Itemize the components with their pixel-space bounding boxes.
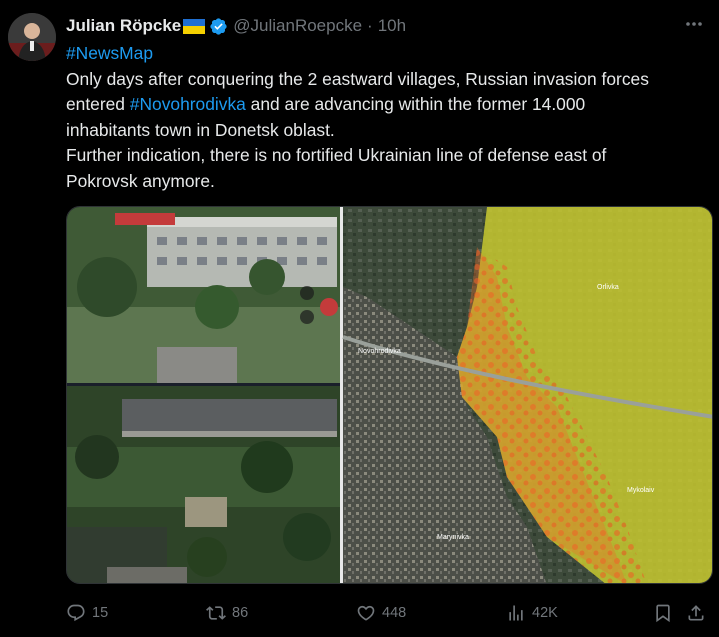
heart-icon xyxy=(357,605,375,621)
reply-icon xyxy=(67,604,85,622)
share-button[interactable] xyxy=(686,600,712,626)
text-line-3: inhabitants town in Donetsk oblast. xyxy=(66,119,335,140)
text-line-2-post: and are advancing within the former 14.0… xyxy=(245,94,586,114)
views-button[interactable]: 42K xyxy=(506,600,558,626)
media-image[interactable]: Orlivka Novohrodivka Mykolaiv Marynivka xyxy=(66,206,713,584)
author-name[interactable]: Julian Röpcke xyxy=(66,16,181,36)
views-count: 42K xyxy=(532,605,558,621)
drone-photo-top xyxy=(67,207,340,383)
ukraine-flag-icon xyxy=(183,18,206,34)
hashtag-newsmap[interactable]: #NewsMap xyxy=(66,41,711,67)
author-handle[interactable]: @JulianRoepcke xyxy=(233,16,362,36)
share-icon xyxy=(688,605,704,621)
reply-count: 15 xyxy=(92,605,109,621)
tweet[interactable]: Julian Röpcke @JulianRoepcke · 10h #News… xyxy=(0,0,719,637)
text-line-5: Pokrovsk anymore. xyxy=(66,170,215,191)
tweet-header: Julian Röpcke @JulianRoepcke · 10h xyxy=(66,14,406,38)
map-label-orlivka: Orlivka xyxy=(597,284,619,291)
map-label-novohrodivka: Novohrodivka xyxy=(358,348,401,355)
repost-count: 86 xyxy=(232,605,249,621)
post-time[interactable]: 10h xyxy=(378,16,406,36)
text-line-2: entered #Novohrodivka and are advancing … xyxy=(66,92,711,118)
map-label-marynivka: Marynivka xyxy=(437,534,469,541)
separator-dot: · xyxy=(367,16,373,35)
reply-button[interactable]: 15 xyxy=(66,600,108,626)
text-line-4: Further indication, there is no fortifie… xyxy=(66,145,607,165)
hashtag-novohrodivka[interactable]: #Novohrodivka xyxy=(130,94,246,114)
more-icon[interactable] xyxy=(683,14,705,34)
avatar[interactable] xyxy=(8,13,56,61)
action-bar: 15 86 448 42K xyxy=(66,600,711,626)
repost-button[interactable]: 86 xyxy=(206,600,248,626)
views-icon xyxy=(509,605,523,621)
tweet-text: #NewsMap Only days after conquering the … xyxy=(66,41,711,194)
drone-photo-bottom xyxy=(67,386,340,583)
verified-badge-icon xyxy=(210,17,227,35)
bookmark-icon xyxy=(656,604,670,623)
satellite-map: Orlivka Novohrodivka Mykolaiv Marynivka xyxy=(342,207,712,583)
repost-icon xyxy=(206,606,226,620)
like-button[interactable]: 448 xyxy=(356,600,406,626)
bookmark-button[interactable] xyxy=(653,600,679,626)
text-line-2-pre: entered xyxy=(66,94,130,114)
like-count: 448 xyxy=(382,605,407,621)
map-label-mykolaiv: Mykolaiv xyxy=(627,487,655,494)
text-line-1: Only days after conquering the 2 eastwar… xyxy=(66,68,649,89)
